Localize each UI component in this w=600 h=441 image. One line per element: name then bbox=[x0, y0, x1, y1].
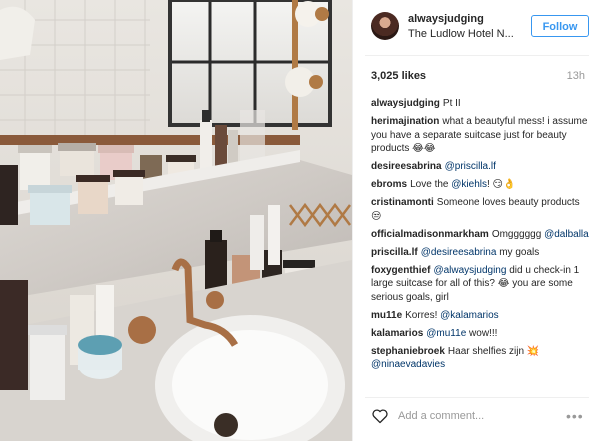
post-photo[interactable] bbox=[0, 0, 352, 441]
mention-link[interactable]: @dalballa bbox=[544, 229, 589, 240]
comment: officialmadisonmarkham Omgggggg @dalballa bbox=[371, 228, 589, 242]
comment-username[interactable]: foxygenthief bbox=[371, 265, 430, 276]
mention-link[interactable]: @kalamarios bbox=[440, 310, 499, 321]
comment-text: Haar shelfies zijn 💥 bbox=[447, 345, 540, 357]
comment-username[interactable]: alwaysjudging bbox=[371, 98, 440, 109]
comment: desireesabrina @priscilla.lf bbox=[371, 160, 589, 174]
heart-icon[interactable] bbox=[371, 408, 389, 424]
comment-text: Korres! bbox=[405, 309, 441, 321]
divider bbox=[365, 55, 589, 56]
mention-link[interactable]: @ninaevadavies bbox=[371, 359, 445, 370]
comment-username[interactable]: kalamarios bbox=[371, 328, 423, 339]
comments-list: alwaysjudging Pt II herimajination what a b… bbox=[371, 97, 589, 376]
comment: foxygenthief @alwaysjudging did u check-i… bbox=[371, 264, 589, 305]
post-time: 13h bbox=[566, 70, 585, 82]
comment-username[interactable]: desireesabrina bbox=[371, 161, 442, 172]
comment-text: Love the bbox=[410, 179, 452, 190]
mention-link[interactable]: @mu11e bbox=[426, 328, 466, 339]
more-options-icon[interactable]: ••• bbox=[566, 408, 584, 424]
comment: mu11e Korres! @kalamarios bbox=[371, 309, 589, 323]
comment-text: my goals bbox=[496, 246, 540, 258]
post-sidebar: alwaysjudging The Ludlow Hotel N... Foll… bbox=[352, 0, 600, 441]
mention-link[interactable]: @kiehls bbox=[451, 179, 487, 190]
follow-button[interactable]: Follow bbox=[531, 15, 589, 37]
comment-text: wow!!! bbox=[466, 327, 498, 339]
comment-username[interactable]: priscilla.lf bbox=[371, 247, 418, 258]
mention-link[interactable]: @desireesabrina bbox=[421, 247, 497, 258]
comment-username[interactable]: officialmadisonmarkham bbox=[371, 229, 489, 240]
comment: stephaniebroek Haar shelfies zijn 💥 @nina… bbox=[371, 345, 589, 372]
comment-username[interactable]: herimajination bbox=[371, 116, 439, 127]
divider bbox=[365, 397, 589, 398]
comment: alwaysjudging Pt II bbox=[371, 97, 589, 111]
comment: kalamarios @mu11e wow!!! bbox=[371, 327, 589, 341]
comment: priscilla.lf @desireesabrina my goals bbox=[371, 246, 589, 260]
likes-count[interactable]: 3,025 likes bbox=[371, 70, 426, 82]
comment-username[interactable]: ebroms bbox=[371, 179, 407, 190]
comment: cristinamonti Someone loves beauty produc… bbox=[371, 196, 589, 223]
mention-link[interactable]: @alwaysjudging bbox=[433, 265, 506, 276]
mention-link[interactable]: @priscilla.lf bbox=[445, 161, 496, 172]
comment-text: Pt II bbox=[442, 98, 461, 109]
comment-username[interactable]: stephaniebroek bbox=[371, 346, 445, 357]
comment-username[interactable]: cristinamonti bbox=[371, 197, 434, 208]
comment-username[interactable]: mu11e bbox=[371, 310, 402, 321]
comment: ebroms Love the @kiehls! 😏👌 bbox=[371, 178, 589, 192]
avatar[interactable] bbox=[371, 12, 399, 40]
post-header: alwaysjudging The Ludlow Hotel N... Foll… bbox=[353, 0, 600, 55]
comment-text: ! 😏👌 bbox=[487, 179, 516, 190]
post-location[interactable]: The Ludlow Hotel N... bbox=[408, 28, 514, 40]
bathroom-shelf-image bbox=[0, 0, 352, 441]
add-comment-input[interactable]: Add a comment... bbox=[398, 410, 484, 422]
comment-text: Omgggggg bbox=[491, 228, 545, 240]
post-username[interactable]: alwaysjudging bbox=[408, 13, 484, 25]
comment: herimajination what a beautyful mess! i a… bbox=[371, 115, 589, 156]
